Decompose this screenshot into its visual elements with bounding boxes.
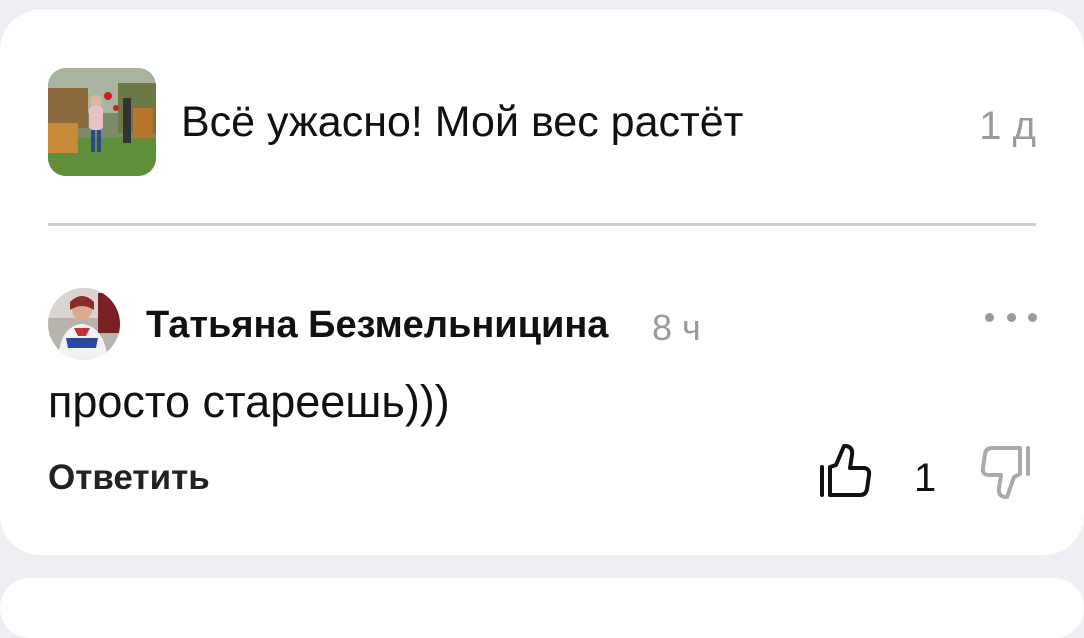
thumbs-up-icon	[820, 444, 872, 497]
divider	[48, 223, 1036, 226]
thumbs-down-icon	[980, 446, 1030, 499]
like-count: 1	[914, 456, 937, 500]
post-card: Всё ужасно! Мой вес растёт 1 д Татьяна Б…	[0, 10, 1084, 555]
avatar[interactable]	[48, 288, 120, 360]
comment-text: просто стареешь)))	[48, 376, 450, 427]
post-timestamp: 1 д	[979, 104, 1036, 148]
dislike-button[interactable]	[980, 444, 1034, 502]
next-card	[0, 578, 1084, 638]
like-button[interactable]	[818, 442, 872, 500]
user-avatar-image	[48, 288, 120, 360]
more-options-button[interactable]	[985, 302, 1037, 332]
comment-author[interactable]: Татьяна Безмельницина	[146, 303, 608, 347]
comment-timestamp: 8 ч	[652, 307, 701, 348]
post-thumbnail[interactable]	[48, 68, 156, 176]
more-horizontal-icon	[985, 312, 994, 322]
post-title[interactable]: Всё ужасно! Мой вес растёт	[181, 96, 743, 148]
reply-button[interactable]: Ответить	[48, 456, 210, 500]
photo-thumbnail	[48, 68, 156, 176]
